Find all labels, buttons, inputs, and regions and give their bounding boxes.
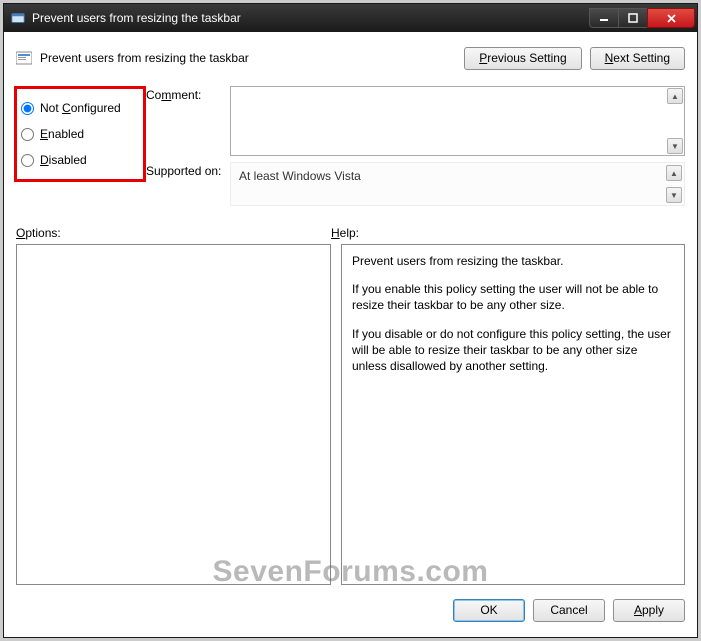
radio-enabled[interactable]: Enabled — [21, 121, 139, 147]
help-panel[interactable]: Prevent users from resizing the taskbar.… — [341, 244, 685, 585]
close-button[interactable] — [647, 8, 695, 28]
policy-icon — [16, 50, 32, 66]
titlebar[interactable]: Prevent users from resizing the taskbar — [4, 4, 697, 32]
supported-on-field: At least Windows Vista ▲ ▼ — [230, 162, 685, 206]
header-row: Prevent users from resizing the taskbar … — [16, 42, 685, 74]
options-label: Options: — [16, 226, 331, 240]
comment-textarea[interactable] — [230, 86, 685, 156]
supported-scroll-down[interactable]: ▼ — [666, 187, 682, 203]
cancel-button[interactable]: Cancel — [533, 599, 605, 622]
radio-disabled[interactable]: Disabled — [21, 147, 139, 173]
comment-scroll-up[interactable]: ▲ — [667, 88, 683, 104]
radio-disabled-input[interactable] — [21, 154, 34, 167]
titlebar-controls — [590, 8, 695, 28]
footer: OK Cancel Apply — [16, 585, 685, 625]
next-setting-button[interactable]: Next Setting — [590, 47, 685, 70]
help-label: Help: — [331, 226, 685, 240]
help-text-p3: If you disable or do not configure this … — [352, 326, 674, 375]
window: Prevent users from resizing the taskbar … — [3, 3, 698, 638]
radio-enabled-input[interactable] — [21, 128, 34, 141]
policy-window-icon — [10, 10, 26, 26]
supported-label: Supported on: — [146, 162, 230, 206]
radio-not-configured-input[interactable] — [21, 102, 34, 115]
supported-on-value: At least Windows Vista — [239, 169, 361, 183]
comment-scroll-down[interactable]: ▼ — [667, 138, 683, 154]
help-text-p1: Prevent users from resizing the taskbar. — [352, 253, 674, 269]
supported-scroll-up[interactable]: ▲ — [666, 165, 682, 181]
minimize-button[interactable] — [589, 8, 619, 28]
ok-button[interactable]: OK — [453, 599, 525, 622]
window-title: Prevent users from resizing the taskbar — [32, 11, 590, 25]
previous-setting-button[interactable]: Previous Setting — [464, 47, 581, 70]
options-panel[interactable] — [16, 244, 331, 585]
comment-label: Comment: — [146, 86, 230, 156]
help-text-p2: If you enable this policy setting the us… — [352, 281, 674, 313]
lower-area: Options: Help: Prevent users from resizi… — [16, 226, 685, 585]
maximize-button[interactable] — [618, 8, 648, 28]
config-row: Not Configured Enabled Disabled Comment: — [16, 86, 685, 212]
client-area: Prevent users from resizing the taskbar … — [4, 32, 697, 637]
policy-name: Prevent users from resizing the taskbar — [40, 51, 249, 65]
apply-button[interactable]: Apply — [613, 599, 685, 622]
radio-not-configured[interactable]: Not Configured — [21, 95, 139, 121]
radio-highlight-box: Not Configured Enabled Disabled — [14, 86, 146, 182]
